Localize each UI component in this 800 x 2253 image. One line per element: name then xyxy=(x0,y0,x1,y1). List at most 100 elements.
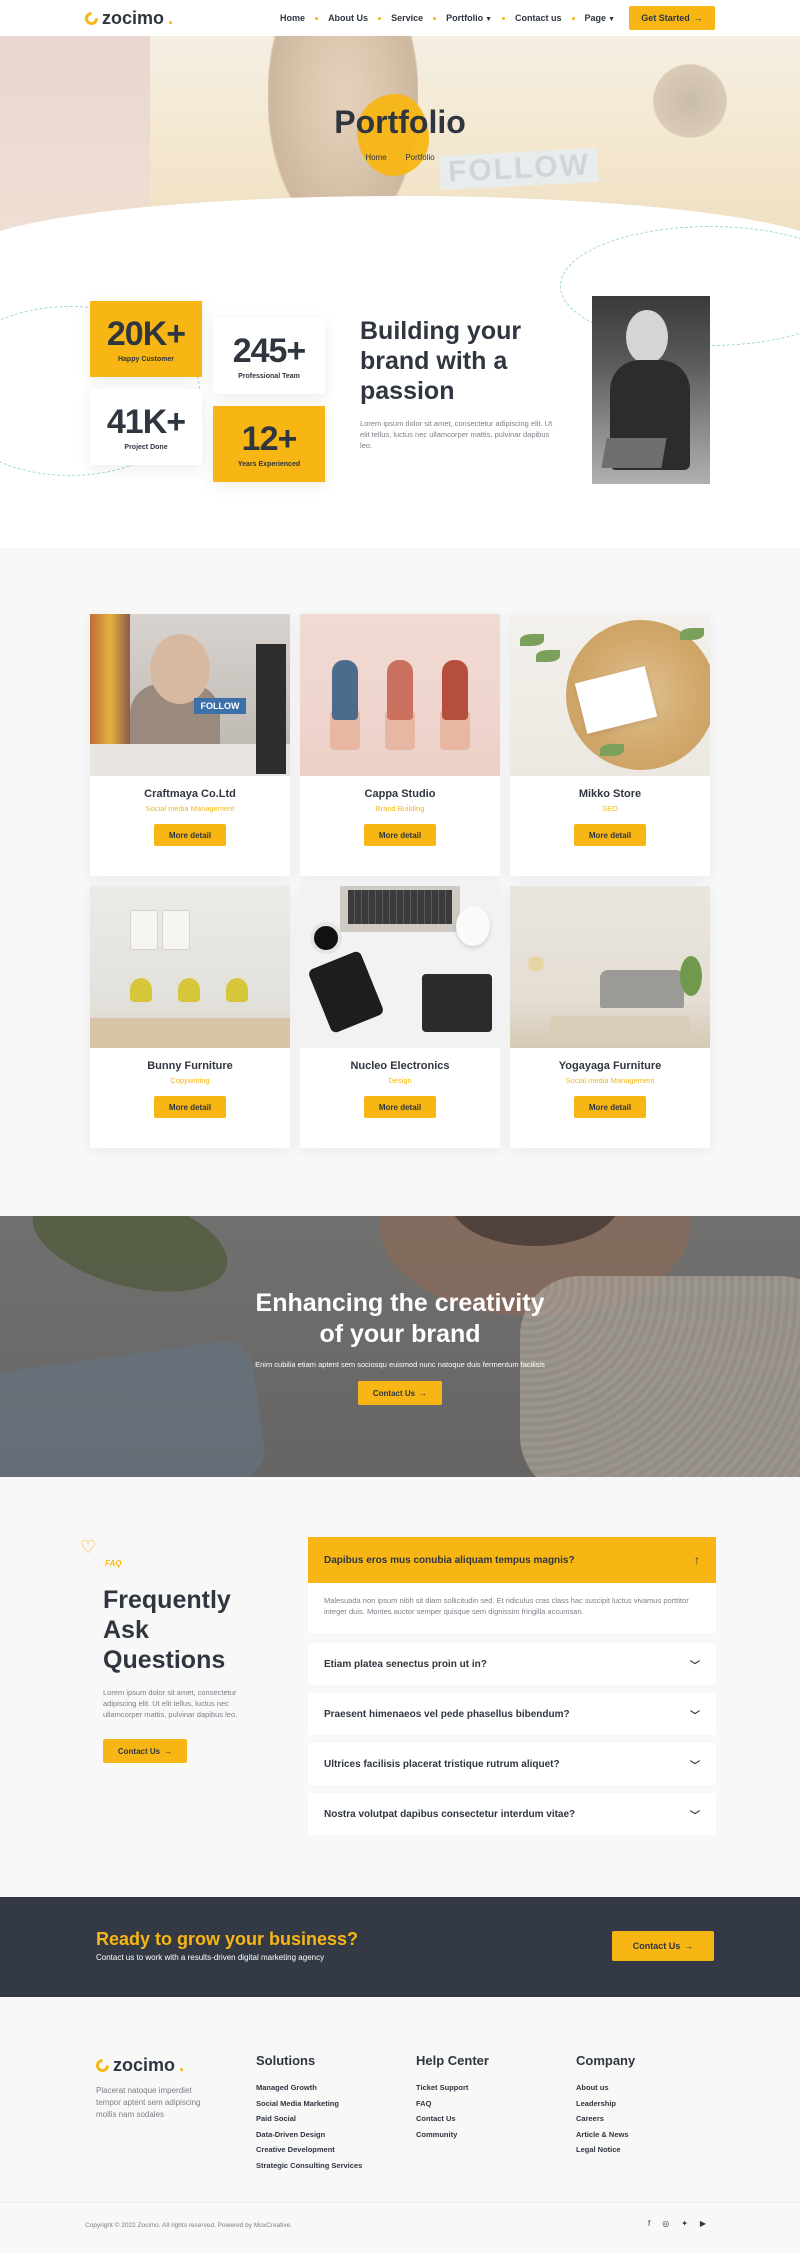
footer-link[interactable]: Leadership xyxy=(576,2096,635,2112)
breadcrumb: Home > Portfolio xyxy=(0,153,800,162)
arrow-up-icon: ↑ xyxy=(694,1553,700,1567)
coffee-cup-shape xyxy=(310,922,342,954)
nav-service[interactable]: Service xyxy=(391,13,423,23)
clothes-rack-shape xyxy=(90,614,130,744)
card-title: Yogayaga Furniture xyxy=(558,1060,662,1072)
faq-item[interactable]: Ultrices facilisis placerat tristique ru… xyxy=(308,1743,716,1785)
footer-link[interactable]: Social Media Marketing xyxy=(256,2096,362,2112)
brand-logo[interactable]: zocimo. xyxy=(82,8,173,29)
chevron-down-icon: ▼ xyxy=(608,16,615,23)
page-hero: FOLLOW Portfolio Home > Portfolio xyxy=(0,36,800,236)
more-detail-button[interactable]: More detail xyxy=(154,1096,226,1118)
banner-heading: Enhancing the creativity of your brand xyxy=(0,1288,800,1350)
card-title: Craftmaya Co.Ltd xyxy=(144,788,236,800)
youtube-icon[interactable]: ▶ xyxy=(700,2219,706,2228)
twitter-icon[interactable]: ✦ xyxy=(681,2219,688,2228)
footer-link[interactable]: Creative Development xyxy=(256,2142,362,2158)
instagram-icon[interactable]: ◎ xyxy=(662,2219,669,2228)
more-detail-button[interactable]: More detail xyxy=(574,824,646,846)
card-category: Copywriting xyxy=(170,1076,210,1085)
faq-contact-button[interactable]: Contact Us → xyxy=(103,1739,187,1763)
more-detail-button[interactable]: More detail xyxy=(154,824,226,846)
contact-us-button[interactable]: Contact Us → xyxy=(358,1381,442,1405)
more-detail-button[interactable]: More detail xyxy=(364,1096,436,1118)
more-detail-button[interactable]: More detail xyxy=(364,824,436,846)
portfolio-image xyxy=(510,886,710,1048)
more-detail-button[interactable]: More detail xyxy=(574,1096,646,1118)
notepad-shape xyxy=(422,974,492,1032)
footer-link[interactable]: Article & News xyxy=(576,2127,635,2143)
banner-heading-line: of your brand xyxy=(319,1320,481,1348)
nav-home[interactable]: Home xyxy=(280,13,305,23)
card-title: Cappa Studio xyxy=(364,788,436,800)
footer-link[interactable]: Paid Social xyxy=(256,2111,362,2127)
chevron-down-icon: ﹀ xyxy=(690,1710,700,1722)
photo-head-shape xyxy=(626,310,668,364)
faq-item-open[interactable]: Dapibus eros mus conubia aliquam tempus … xyxy=(308,1537,716,1583)
footer-column-solutions: Solutions Managed Growth Social Media Ma… xyxy=(256,2053,362,2173)
breadcrumb-separator-icon: > xyxy=(393,153,399,162)
rug-shape xyxy=(550,1016,690,1034)
footer-link[interactable]: Strategic Consulting Services xyxy=(256,2158,362,2174)
portfolio-card[interactable]: Nucleo Electronics Design More detail xyxy=(300,886,500,1148)
footer-link[interactable]: Contact Us xyxy=(416,2111,489,2127)
cta-contact-button[interactable]: Contact Us → xyxy=(612,1931,714,1961)
stat-value: 41K+ xyxy=(106,403,186,441)
nav-portfolio[interactable]: Portfolio ▼ xyxy=(446,13,492,23)
card-category: Design xyxy=(388,1076,412,1085)
contact-us-label: Contact Us xyxy=(632,1941,681,1951)
stat-card: 12+ Years Experienced xyxy=(213,406,325,482)
portfolio-card[interactable]: Bunny Furniture Copywriting More detail xyxy=(90,886,290,1148)
portfolio-card[interactable]: Mikko Store SEO More detail xyxy=(510,614,710,876)
photo-laptop-shape xyxy=(601,438,667,468)
brand-dot: . xyxy=(179,2055,185,2075)
wall-frame-shape xyxy=(162,910,190,950)
footer-link[interactable]: FAQ xyxy=(416,2096,489,2112)
breadcrumb-home[interactable]: Home xyxy=(365,153,386,162)
mouse-shape xyxy=(456,906,490,946)
card-category: Social media Management xyxy=(565,1076,655,1085)
footer-column-help: Help Center Ticket Support FAQ Contact U… xyxy=(416,2053,489,2142)
page: zocimo. Home About Us Service Portfolio ▼… xyxy=(0,0,800,2253)
nav-page[interactable]: Page ▼ xyxy=(585,13,615,23)
footer-link[interactable]: About us xyxy=(576,2080,635,2096)
nav-contact[interactable]: Contact us xyxy=(515,13,562,23)
portfolio-card[interactable]: Yogayaga Furniture Social media Manageme… xyxy=(510,886,710,1148)
stat-label: Project Done xyxy=(124,444,168,451)
faq-lead: Lorem ipsum dolor sit amet, consectetur … xyxy=(103,1688,238,1719)
stat-value: 20K+ xyxy=(106,315,186,353)
footer-link[interactable]: Careers xyxy=(576,2111,635,2127)
card-title: Mikko Store xyxy=(578,788,642,800)
footer-link[interactable]: Data-Driven Design xyxy=(256,2127,362,2143)
faq-tag: FAQ xyxy=(105,1559,122,1568)
plant-shape xyxy=(680,956,702,996)
faq-item[interactable]: Nostra volutpat dapibus consectetur inte… xyxy=(308,1793,716,1835)
person-shape xyxy=(387,660,413,720)
footer-logo[interactable]: zocimo. xyxy=(93,2055,185,2076)
get-started-button[interactable]: Get Started → xyxy=(629,6,715,30)
chair-shape xyxy=(130,978,152,1002)
stat-label: Years Experienced xyxy=(237,461,301,468)
arrow-right-icon: → xyxy=(693,13,703,23)
portfolio-card[interactable]: FOLLOW Craftmaya Co.Ltd Social media Man… xyxy=(90,614,290,876)
footer-link[interactable]: Community xyxy=(416,2127,489,2143)
footer-link[interactable]: Managed Growth xyxy=(256,2080,362,2096)
footer-link[interactable]: Legal Notice xyxy=(576,2142,635,2158)
banner-heading-line: Enhancing the creativity xyxy=(255,1289,545,1317)
portfolio-card[interactable]: Cappa Studio Brand Building More detail xyxy=(300,614,500,876)
leaf-shape xyxy=(536,650,560,662)
chair-shape xyxy=(178,978,200,1002)
footer-link[interactable]: Ticket Support xyxy=(416,2080,489,2096)
creativity-banner: Enhancing the creativity of your brand En… xyxy=(0,1216,800,1477)
nav-separator xyxy=(378,16,382,20)
faq-item[interactable]: Praesent himenaeos vel pede phasellus bi… xyxy=(308,1693,716,1735)
faq-item[interactable]: Etiam platea senectus proin ut in? ﹀ xyxy=(308,1643,716,1685)
banner-text: Enim cubilia etiam aptent sem sociosqu e… xyxy=(255,1360,545,1369)
facebook-icon[interactable]: f xyxy=(648,2219,650,2228)
chevron-down-icon: ﹀ xyxy=(690,1660,700,1672)
portfolio-grid: FOLLOW Craftmaya Co.Ltd Social media Man… xyxy=(0,548,800,1216)
faq-question: Ultrices facilisis placerat tristique ru… xyxy=(324,1758,560,1770)
keyboard-shape xyxy=(348,890,452,924)
nav-about[interactable]: About Us xyxy=(328,13,368,23)
social-links: f ◎ ✦ ▶ xyxy=(648,2219,706,2228)
